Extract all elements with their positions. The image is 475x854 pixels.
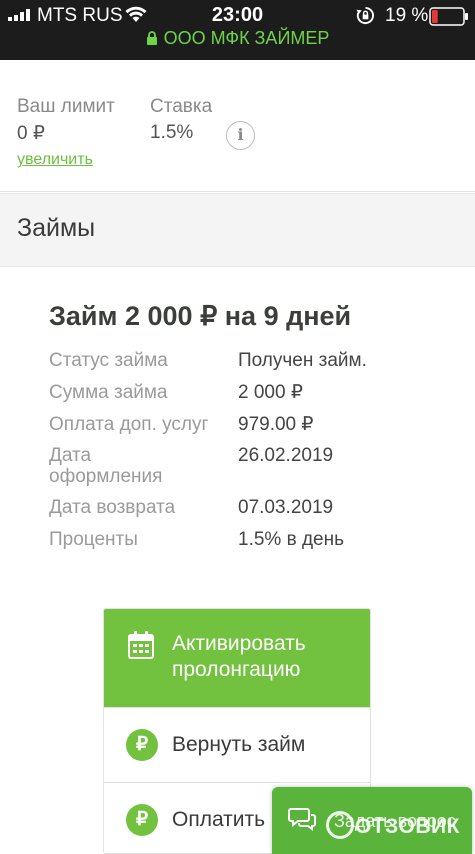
detail-value-amount: 2 000 ₽	[238, 382, 303, 403]
activate-prolongation-button[interactable]: Активировать пролонгацию	[104, 609, 370, 707]
limit-label: Ваш лимит	[17, 96, 115, 117]
detail-label-amount: Сумма займа	[49, 382, 168, 403]
watermark-logo-icon	[326, 811, 354, 839]
detail-value-interest: 1.5% в день	[238, 529, 345, 550]
increase-limit-link[interactable]: увеличить	[17, 151, 93, 169]
detail-value-issue-date: 26.02.2019	[238, 445, 334, 466]
rate-block: Ставка 1.5%	[150, 96, 212, 144]
return-loan-label: Вернуть займ	[172, 733, 306, 756]
detail-label-services: Оплата доп. услуг	[49, 414, 209, 435]
site-name: ООО МФК ЗАЙМЕР	[163, 28, 330, 48]
ruble-icon: ₽	[126, 729, 158, 761]
return-loan-button[interactable]: ₽ Вернуть займ	[104, 707, 370, 782]
loans-section-header: Займы	[0, 193, 475, 267]
info-icon[interactable]: i	[226, 121, 255, 150]
rate-label: Ставка	[150, 96, 213, 117]
limit-card: Ваш лимит 0 ₽ Ставка 1.5% i увеличить	[0, 62, 475, 192]
chat-icon	[288, 808, 316, 831]
limit-value: 0 ₽	[17, 123, 45, 144]
secure-site-label: ООО МФК ЗАЙМЕР	[0, 28, 475, 49]
rotation-lock-icon	[356, 6, 374, 24]
watermark-text: ОТЗОВИК	[355, 815, 460, 838]
loan-title: Займ 2 000 ₽ на 9 дней	[49, 301, 352, 331]
activate-prolongation-label: Активировать пролонгацию	[172, 632, 306, 681]
battery-percentage: 19 %	[385, 5, 429, 26]
status-bar: MTS RUS 23:00 19 % ООО МФК ЗАЙМЕР	[0, 0, 475, 60]
ruble-icon: ₽	[126, 804, 158, 836]
detail-label-interest: Проценты	[49, 529, 138, 550]
loans-title: Займы	[17, 214, 96, 242]
limit-block: Ваш лимит 0 ₽	[17, 96, 115, 145]
lock-icon	[146, 31, 157, 45]
detail-label-return-date: Дата возврата	[49, 497, 176, 518]
pay-label: Оплатить	[172, 808, 266, 831]
detail-value-services: 979.00 ₽	[238, 414, 314, 435]
watermark: ОТЗОВИК	[326, 811, 460, 839]
detail-label-status: Статус займа	[49, 350, 168, 371]
detail-label-issue-date: Дата оформления	[49, 445, 163, 487]
battery-icon	[429, 7, 468, 26]
detail-value-return-date: 07.03.2019	[238, 497, 334, 518]
calendar-icon	[128, 631, 154, 659]
detail-value-status: Получен займ.	[238, 350, 367, 371]
rate-value: 1.5%	[150, 122, 194, 143]
